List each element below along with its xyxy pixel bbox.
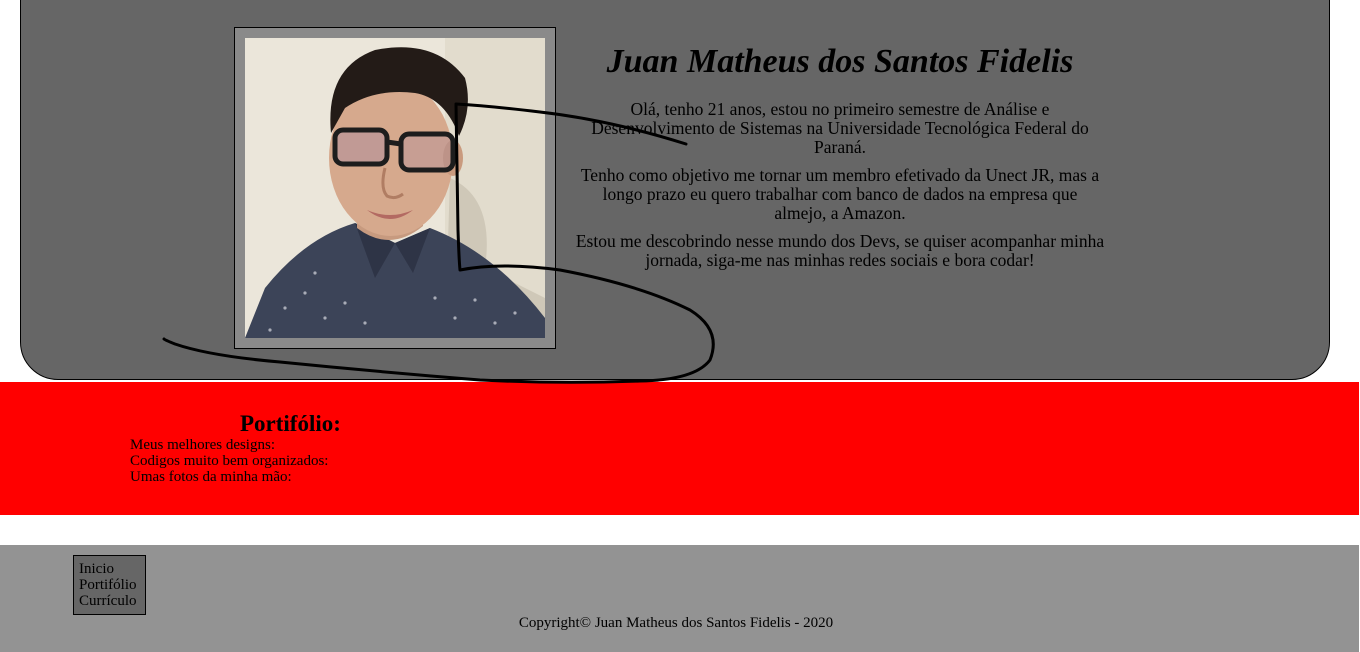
footer-nav: Inicio Portifólio Currículo (73, 555, 146, 615)
nav-link-inicio[interactable]: Inicio (79, 561, 145, 577)
portfolio-heading: Portifólio: (240, 411, 341, 436)
profile-photo-illustration (245, 38, 545, 338)
intro-paragraph-2: Tenho como objetivo me tornar um membro … (580, 165, 1100, 223)
author-name-heading: Juan Matheus dos Santos Fidelis (606, 43, 1074, 80)
copyright-text: Copyright© Juan Matheus dos Santos Fidel… (518, 615, 834, 631)
portfolio-item-designs: Meus melhores designs: (130, 437, 275, 453)
intro-paragraph-3: Estou me descobrindo nesse mundo dos Dev… (575, 231, 1105, 270)
portfolio-item-photos: Umas fotos da minha mão: (130, 469, 292, 485)
page: Juan Matheus dos Santos Fidelis Olá, ten… (0, 0, 1360, 652)
footer: Inicio Portifólio Currículo Copyright© J… (0, 545, 1359, 652)
intro-section: Juan Matheus dos Santos Fidelis Olá, ten… (575, 40, 1105, 279)
portfolio-item-code: Codigos muito bem organizados: (130, 453, 329, 469)
profile-photo (245, 38, 545, 338)
portfolio-section: Portifólio: Meus melhores designs: Codig… (0, 382, 1359, 515)
portfolio-list: Meus melhores designs: Codigos muito bem… (130, 437, 328, 485)
intro-paragraph-1: Olá, tenho 21 anos, estou no primeiro se… (591, 99, 1089, 157)
nav-link-portfolio[interactable]: Portifólio (79, 577, 145, 593)
nav-link-curriculo[interactable]: Currículo (79, 593, 145, 609)
